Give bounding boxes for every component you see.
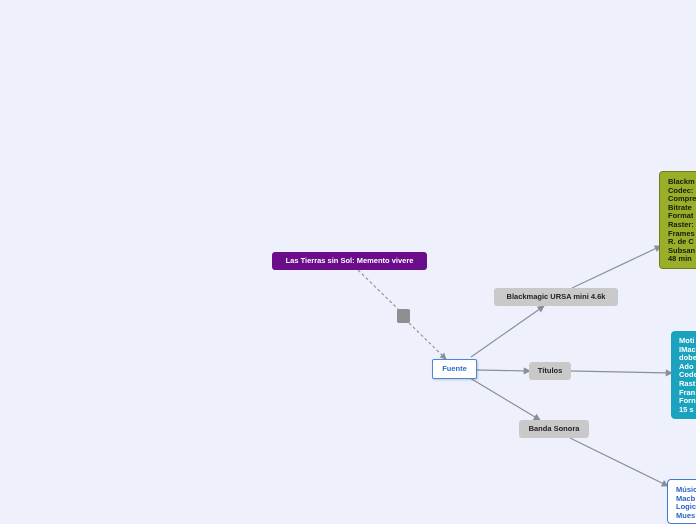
subtopic-titulos[interactable]: Títulos (529, 362, 571, 380)
note-line: 48 min (668, 254, 692, 264)
connector-hub-to-fuente (408, 322, 447, 360)
connector-fuente-to-ursa (470, 305, 545, 358)
subtopic-blackmagic-ursa[interactable]: Blackmagic URSA mini 4.6k (494, 288, 618, 306)
note-line: 15 s (679, 404, 694, 414)
root-topic[interactable]: Las Tierras sin Sol: Memento vivere (272, 252, 427, 270)
center-topic-fuente[interactable]: Fuente (432, 359, 477, 379)
connector-hub[interactable] (397, 309, 410, 323)
connector-ursa-to-note (571, 245, 662, 289)
connector-root-to-hub (357, 269, 400, 311)
connector-fuente-to-titulos (476, 367, 531, 375)
note-soundtrack-specs[interactable]: Músic Macb Logic Mues (667, 479, 696, 524)
note-line: Mues (676, 510, 696, 520)
note-titles-specs[interactable]: Moti IMac dobe Ado Code Rast Fran Forn 1… (671, 331, 696, 419)
connector-titulos-to-note (570, 369, 673, 377)
connector-banda-to-note (569, 437, 669, 487)
connector-fuente-to-banda (469, 377, 541, 421)
note-camera-specs[interactable]: Blackm Codec: Compre Bitrate Format Rast… (659, 171, 696, 269)
subtopic-banda-sonora[interactable]: Banda Sonora (519, 420, 589, 438)
